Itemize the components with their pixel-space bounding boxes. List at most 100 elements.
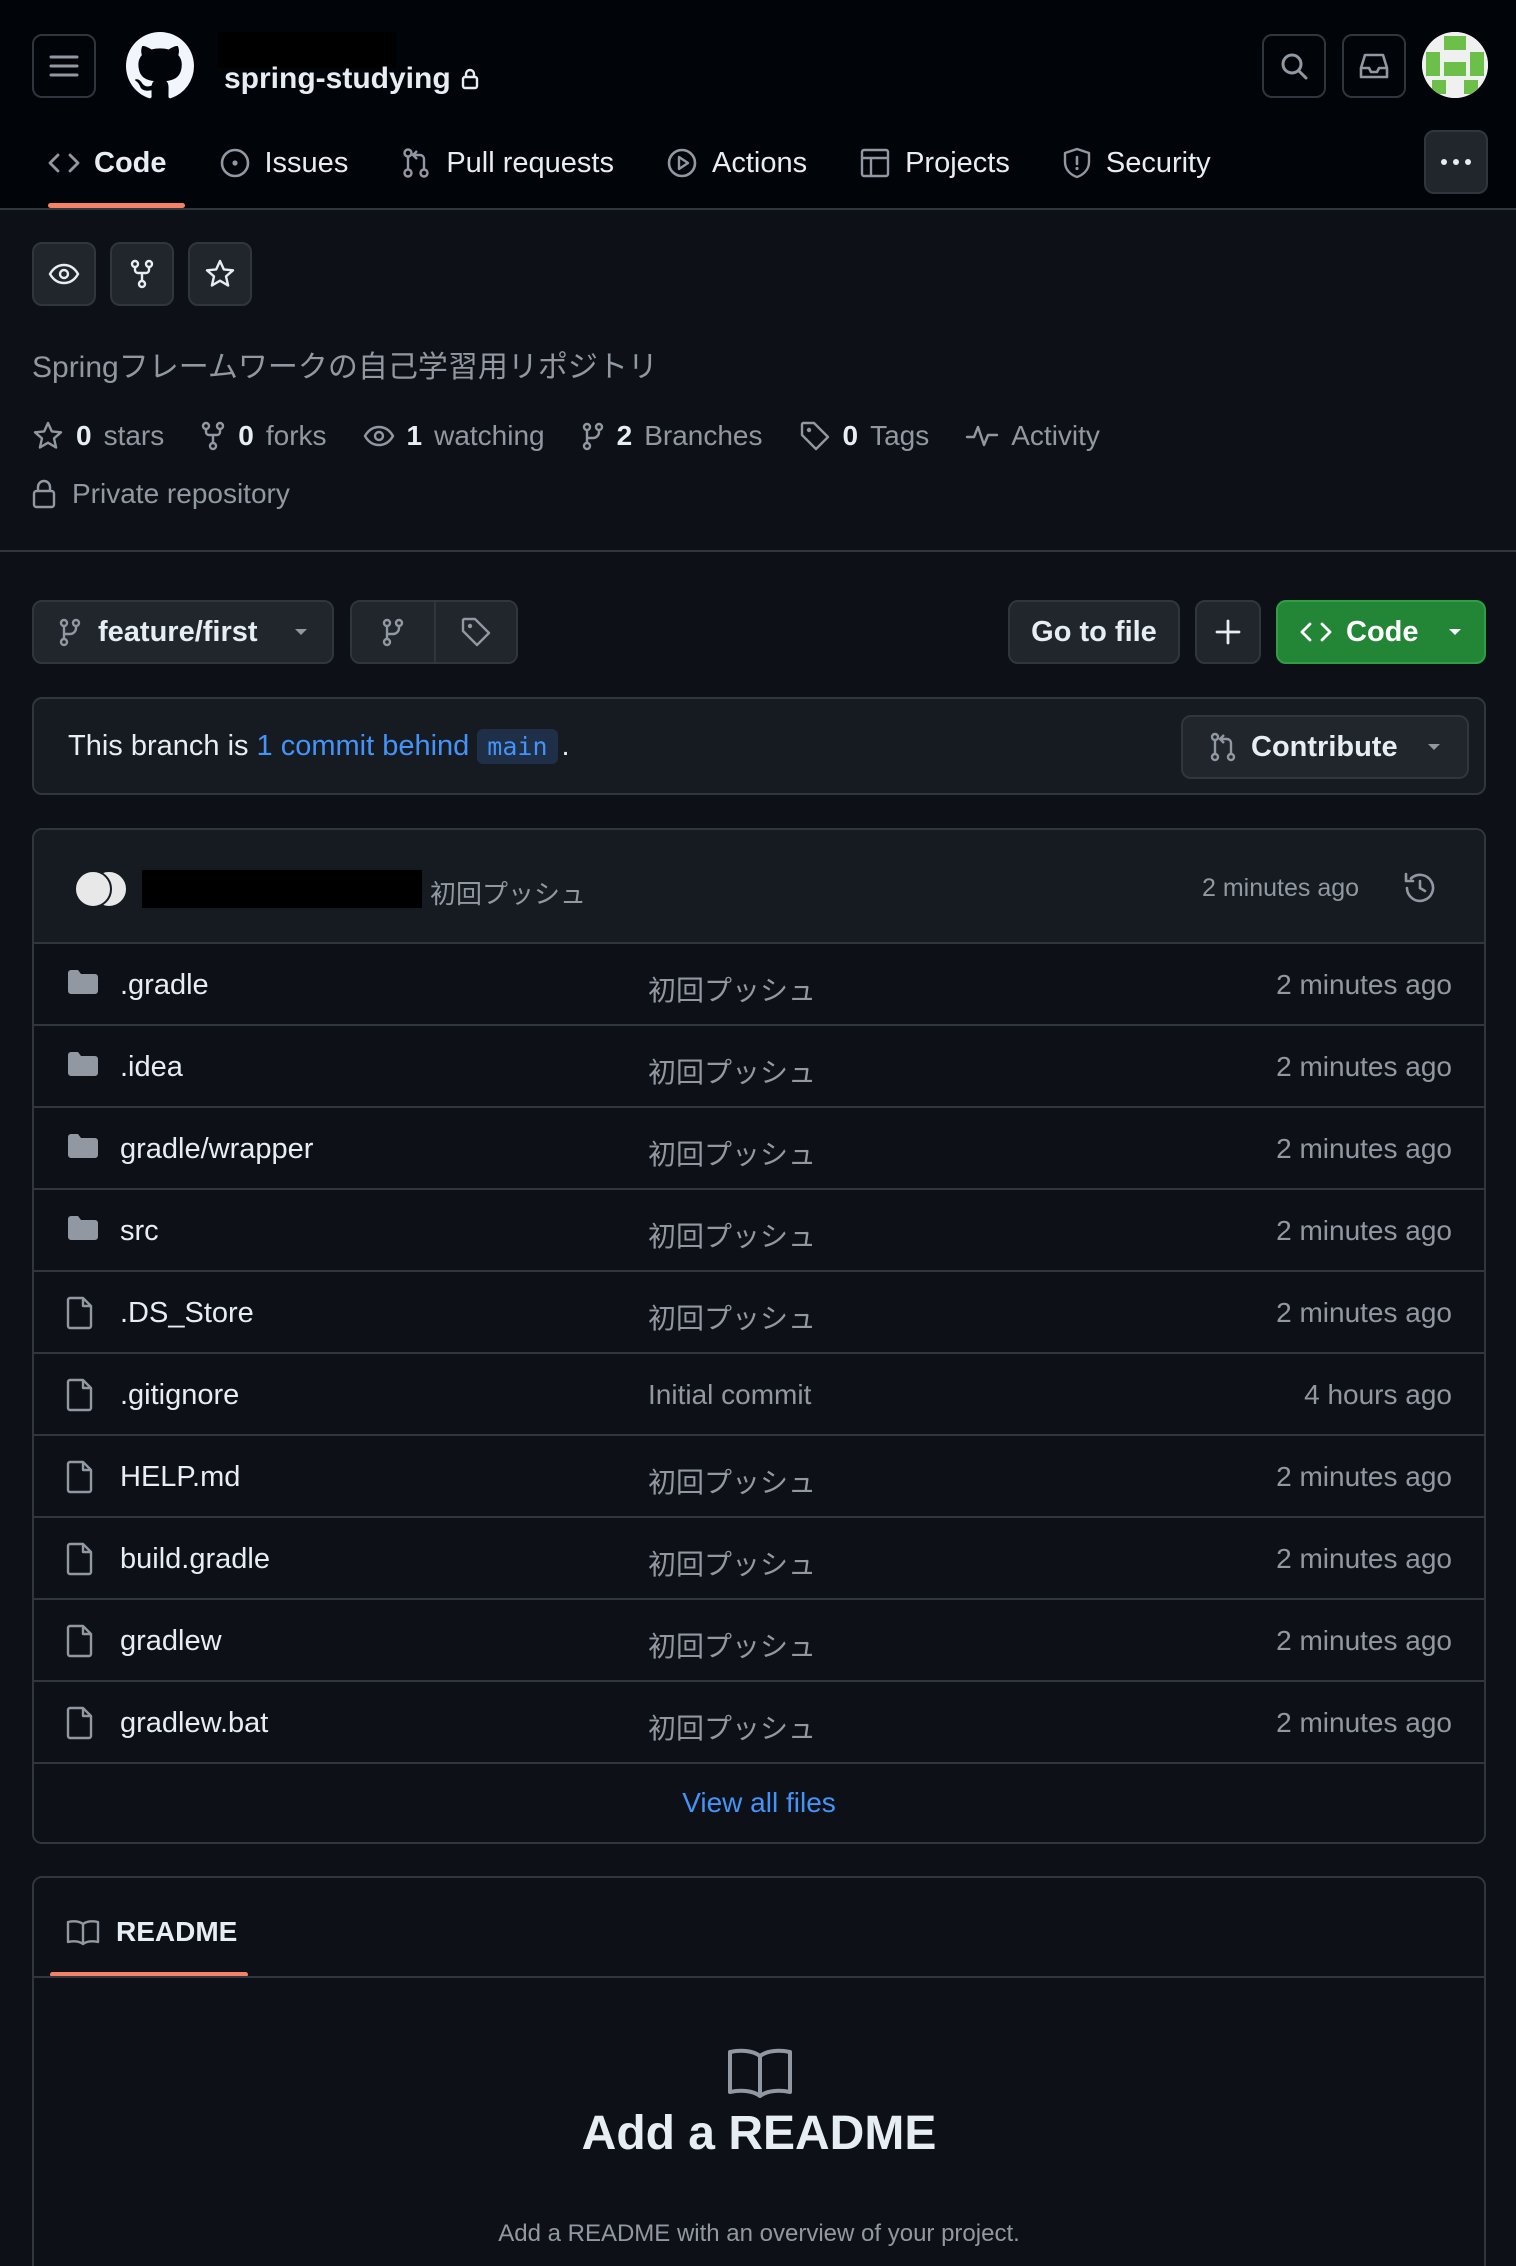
search-icon — [1281, 53, 1308, 80]
commit-message-link[interactable]: 初回プッシュ — [648, 969, 816, 1009]
tab-code[interactable]: Code — [32, 132, 184, 208]
table-row[interactable]: .DS_Store 初回プッシュ 2 minutes ago — [34, 1272, 1484, 1354]
tab-actions-label: Actions — [711, 146, 808, 179]
stars-link[interactable]: 0 stars — [32, 420, 164, 452]
fork-button[interactable] — [110, 242, 174, 306]
file-name-link[interactable]: .gradle — [120, 969, 209, 1002]
forks-link[interactable]: 0 forks — [200, 420, 327, 452]
user-avatar[interactable] — [1422, 32, 1488, 98]
tags-link[interactable]: 0 Tags — [799, 420, 929, 452]
file-name-link[interactable]: gradlew.bat — [120, 1707, 268, 1740]
table-row[interactable]: gradlew.bat 初回プッシュ 2 minutes ago — [34, 1682, 1484, 1764]
table-icon — [860, 148, 890, 178]
commit-message-link[interactable]: 初回プッシュ — [648, 1133, 816, 1173]
latest-commit-time: 2 minutes ago — [1202, 874, 1360, 902]
table-row[interactable]: .gitignore Initial commit 4 hours ago — [34, 1354, 1484, 1436]
file-name-link[interactable]: .gitignore — [120, 1379, 239, 1412]
table-row[interactable]: gradle/wrapper 初回プッシュ 2 minutes ago — [34, 1108, 1484, 1190]
branch-selector[interactable]: feature/first — [32, 600, 334, 664]
menu-button[interactable] — [32, 34, 96, 98]
base-branch-link[interactable]: main — [477, 729, 558, 764]
file-icon — [66, 1542, 94, 1576]
star-icon — [33, 421, 63, 449]
file-name-link[interactable]: gradle/wrapper — [120, 1133, 313, 1166]
commit-time: 2 minutes ago — [1276, 1297, 1452, 1328]
caret-down-icon — [1428, 744, 1440, 750]
plus-icon — [1215, 619, 1241, 645]
visibility-indicator: Private repository — [32, 478, 290, 510]
file-name-link[interactable]: .DS_Store — [120, 1297, 254, 1330]
commit-message-link[interactable]: 初回プッシュ — [648, 1297, 816, 1337]
file-list: 初回プッシュ 2 minutes ago .gradle 初回プッシュ 2 minu… — [32, 828, 1486, 1844]
branch-icon — [382, 618, 404, 647]
contribute-button[interactable]: Contribute — [1181, 715, 1469, 779]
commit-message-link[interactable]: 初回プッシュ — [648, 1625, 816, 1665]
readme-panel: README Add a README Add a README with an… — [32, 1876, 1486, 2266]
branches-button[interactable] — [352, 602, 434, 662]
readme-tab[interactable]: README — [66, 1916, 237, 1948]
commit-message-link[interactable]: 初回プッシュ — [648, 1051, 816, 1091]
latest-commit-message[interactable]: 初回プッシュ — [430, 874, 586, 911]
table-row[interactable]: .idea 初回プッシュ 2 minutes ago — [34, 1026, 1484, 1108]
table-row[interactable]: src 初回プッシュ 2 minutes ago — [34, 1190, 1484, 1272]
file-name-link[interactable]: .idea — [120, 1051, 183, 1084]
add-file-button[interactable] — [1195, 600, 1261, 664]
commit-message-link[interactable]: 初回プッシュ — [648, 1215, 816, 1255]
caret-down-icon — [1449, 629, 1461, 635]
book-icon — [726, 2044, 794, 2100]
file-icon — [66, 1378, 94, 1412]
table-row[interactable]: HELP.md 初回プッシュ 2 minutes ago — [34, 1436, 1484, 1518]
tab-projects-label: Projects — [905, 146, 1010, 179]
branch-tag-buttons — [350, 600, 518, 664]
branches-label: Branches — [644, 420, 763, 451]
file-name-link[interactable]: build.gradle — [120, 1543, 270, 1576]
tab-pull-requests[interactable]: Pull requests — [384, 132, 630, 194]
folder-icon — [66, 1132, 100, 1160]
repo-name-link[interactable]: spring-studying — [224, 62, 479, 96]
branches-link[interactable]: 2 Branches — [581, 420, 763, 452]
commit-message-link[interactable]: 初回プッシュ — [648, 1707, 816, 1747]
commit-history-button[interactable] — [1402, 870, 1438, 906]
search-button[interactable] — [1262, 34, 1326, 98]
tags-button[interactable] — [434, 602, 516, 662]
commit-message-link[interactable]: Initial commit — [648, 1379, 811, 1411]
watch-button[interactable] — [32, 242, 96, 306]
file-name-link[interactable]: HELP.md — [120, 1461, 240, 1494]
commit-message-link[interactable]: 初回プッシュ — [648, 1543, 816, 1583]
tab-security[interactable]: Security — [1046, 132, 1227, 194]
inbox-button[interactable] — [1342, 34, 1406, 98]
table-row[interactable]: gradlew 初回プッシュ 2 minutes ago — [34, 1600, 1484, 1682]
github-logo-icon[interactable] — [126, 32, 194, 100]
pull-request-icon — [403, 148, 430, 178]
stars-count: 0 — [76, 420, 92, 451]
commit-message-link[interactable]: 初回プッシュ — [648, 1461, 816, 1501]
go-to-file-button[interactable]: Go to file — [1008, 600, 1180, 664]
activity-label: Activity — [1011, 420, 1100, 451]
tab-actions[interactable]: Actions — [650, 132, 823, 194]
kebab-horizontal-icon — [1441, 159, 1471, 165]
lock-icon — [32, 479, 56, 509]
repo-stats: 0 stars 0 forks 1 watching 2 Branches 0 … — [32, 420, 1136, 452]
more-tabs-button[interactable] — [1424, 130, 1488, 194]
tab-issues[interactable]: Issues — [203, 132, 365, 194]
code-dropdown-button[interactable]: Code — [1276, 600, 1486, 664]
table-row[interactable]: build.gradle 初回プッシュ 2 minutes ago — [34, 1518, 1484, 1600]
tab-issues-label: Issues — [264, 146, 349, 179]
fork-icon — [202, 421, 225, 451]
repo-nav-tabs: Code Issues Pull requests Actions Projec… — [32, 132, 1247, 210]
pulse-icon — [966, 425, 999, 447]
watching-link[interactable]: 1 watching — [363, 420, 545, 452]
file-name-link[interactable]: gradlew — [120, 1625, 222, 1658]
star-button[interactable] — [188, 242, 252, 306]
commit-time: 2 minutes ago — [1276, 1625, 1452, 1656]
commits-behind-link[interactable]: 1 commit behind — [257, 730, 470, 763]
activity-link[interactable]: Activity — [965, 420, 1100, 452]
code-icon — [48, 153, 80, 173]
view-all-files-link[interactable]: View all files — [34, 1764, 1484, 1842]
commit-time: 2 minutes ago — [1276, 1215, 1452, 1246]
readme-divider — [34, 1976, 1484, 1978]
table-row[interactable]: .gradle 初回プッシュ 2 minutes ago — [34, 944, 1484, 1026]
history-icon — [1404, 872, 1435, 903]
file-name-link[interactable]: src — [120, 1215, 159, 1248]
tab-projects[interactable]: Projects — [843, 132, 1026, 194]
